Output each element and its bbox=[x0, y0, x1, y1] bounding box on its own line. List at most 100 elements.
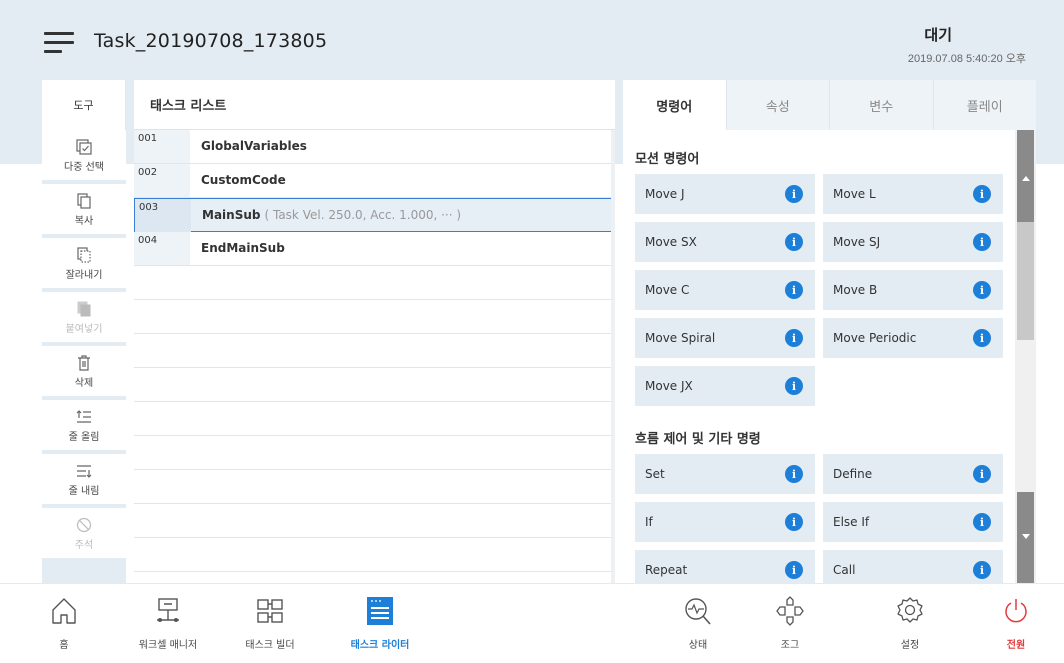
info-icon[interactable]: i bbox=[785, 233, 803, 251]
cmd-set[interactable]: Set i bbox=[635, 454, 815, 494]
line-down-button[interactable]: 줄 내림 bbox=[42, 454, 126, 506]
delete-button[interactable]: 삭제 bbox=[42, 346, 126, 398]
multi-select-label: 다중 선택 bbox=[64, 161, 104, 173]
nav-settings[interactable]: 설정 bbox=[892, 584, 928, 663]
nav-power[interactable]: 전원 bbox=[1000, 584, 1032, 663]
comment-off-icon bbox=[76, 517, 92, 532]
line-up-label: 줄 올림 bbox=[68, 431, 100, 443]
cmd-label: Move JX bbox=[645, 379, 693, 393]
task-writer-icon bbox=[367, 597, 393, 625]
multi-select-icon bbox=[76, 138, 92, 155]
cmd-label: Repeat bbox=[645, 563, 688, 577]
empty-row[interactable] bbox=[134, 368, 615, 402]
info-icon[interactable]: i bbox=[973, 561, 991, 579]
row-number: 002 bbox=[134, 164, 190, 197]
empty-row[interactable] bbox=[134, 266, 615, 300]
nav-label: 조그 bbox=[780, 640, 800, 651]
cmd-repeat[interactable]: Repeat i bbox=[635, 550, 815, 583]
cmd-define[interactable]: Define i bbox=[823, 454, 1003, 494]
info-icon[interactable]: i bbox=[785, 561, 803, 579]
scroll-up-arrow-icon bbox=[1022, 176, 1030, 181]
nav-label: 워크셀 매니저 bbox=[138, 640, 198, 651]
task-row-selected[interactable]: 003 MainSub( Task Vel. 250.0, Acc. 1.000… bbox=[134, 198, 615, 232]
task-row[interactable]: 001 GlobalVariables bbox=[134, 130, 615, 164]
cmd-move-c[interactable]: Move C i bbox=[635, 270, 815, 310]
info-icon[interactable]: i bbox=[785, 465, 803, 483]
row-name: CustomCode bbox=[201, 173, 286, 187]
nav-workcell-manager[interactable]: 워크셀 매니저 bbox=[126, 584, 210, 663]
cmd-move-sj[interactable]: Move SJ i bbox=[823, 222, 1003, 262]
cmd-label: Move Spiral bbox=[645, 331, 716, 345]
comment-label: 주석 bbox=[74, 539, 94, 551]
tab-properties[interactable]: 속성 bbox=[725, 80, 829, 130]
indent-down-icon bbox=[77, 464, 92, 478]
tab-variables[interactable]: 변수 bbox=[829, 80, 933, 130]
row-number: 003 bbox=[135, 199, 191, 232]
multi-select-button[interactable]: 다중 선택 bbox=[42, 130, 126, 182]
empty-row[interactable] bbox=[134, 538, 615, 572]
command-scrollbar[interactable] bbox=[1015, 130, 1036, 583]
power-icon bbox=[1005, 599, 1027, 623]
cmd-label: Move C bbox=[645, 283, 690, 297]
cmd-label: Move SX bbox=[645, 235, 697, 249]
nav-task-writer[interactable]: 태스크 라이터 bbox=[343, 584, 417, 663]
task-list-scroll-track[interactable] bbox=[611, 130, 615, 583]
cmd-move-sx[interactable]: Move SX i bbox=[635, 222, 815, 262]
cmd-move-spiral[interactable]: Move Spiral i bbox=[635, 318, 815, 358]
empty-row[interactable] bbox=[134, 402, 615, 436]
scroll-thumb[interactable] bbox=[1017, 222, 1034, 340]
info-icon[interactable]: i bbox=[973, 233, 991, 251]
cmd-move-l[interactable]: Move L i bbox=[823, 174, 1003, 214]
row-name-container: MainSub( Task Vel. 250.0, Acc. 1.000, ··… bbox=[202, 208, 461, 222]
info-icon[interactable]: i bbox=[785, 281, 803, 299]
task-row[interactable]: 004 EndMainSub bbox=[134, 232, 615, 266]
nav-label: 홈 bbox=[59, 640, 69, 651]
cmd-if[interactable]: If i bbox=[635, 502, 815, 542]
nav-task-builder[interactable]: 태스크 빌더 bbox=[238, 584, 302, 663]
row-number: 004 bbox=[134, 232, 190, 265]
info-icon[interactable]: i bbox=[785, 185, 803, 203]
cut-icon bbox=[77, 246, 91, 263]
hamburger-menu-icon[interactable] bbox=[44, 30, 74, 54]
paste-button[interactable]: 붙여넣기 bbox=[42, 292, 126, 344]
comment-button[interactable]: 주석 bbox=[42, 508, 126, 560]
info-icon[interactable]: i bbox=[973, 465, 991, 483]
row-name: MainSub bbox=[202, 208, 261, 222]
info-icon[interactable]: i bbox=[785, 329, 803, 347]
tab-play[interactable]: 플레이 bbox=[932, 80, 1036, 130]
cmd-call[interactable]: Call i bbox=[823, 550, 1003, 583]
flow-section-title: 흐름 제어 및 기타 명령 bbox=[635, 432, 761, 447]
nav-home[interactable]: 홈 bbox=[46, 584, 82, 663]
nav-label: 상태 bbox=[688, 640, 708, 651]
copy-button[interactable]: 복사 bbox=[42, 184, 126, 236]
tab-commands[interactable]: 명령어 bbox=[623, 80, 726, 130]
workcell-manager-icon bbox=[157, 598, 179, 622]
info-icon[interactable]: i bbox=[973, 185, 991, 203]
empty-row[interactable] bbox=[134, 436, 615, 470]
task-row[interactable]: 002 CustomCode bbox=[134, 164, 615, 198]
info-icon[interactable]: i bbox=[973, 329, 991, 347]
nav-status[interactable]: 상태 bbox=[678, 584, 718, 663]
empty-row[interactable] bbox=[134, 470, 615, 504]
line-up-button[interactable]: 줄 올림 bbox=[42, 400, 126, 452]
info-icon[interactable]: i bbox=[973, 513, 991, 531]
cmd-move-b[interactable]: Move B i bbox=[823, 270, 1003, 310]
nav-label: 태스크 빌더 bbox=[245, 640, 295, 651]
info-icon[interactable]: i bbox=[785, 377, 803, 395]
cmd-label: Move B bbox=[833, 283, 878, 297]
cut-button[interactable]: 잘라내기 bbox=[42, 238, 126, 290]
info-icon[interactable]: i bbox=[973, 281, 991, 299]
nav-jog[interactable]: 조그 bbox=[774, 584, 806, 663]
cmd-else-if[interactable]: Else If i bbox=[823, 502, 1003, 542]
cmd-move-jx[interactable]: Move JX i bbox=[635, 366, 815, 406]
cmd-move-periodic[interactable]: Move Periodic i bbox=[823, 318, 1003, 358]
copy-label: 복사 bbox=[74, 215, 94, 227]
cmd-move-j[interactable]: Move J i bbox=[635, 174, 815, 214]
command-panel: 명령어 속성 변수 플레이 모션 명령어 Move J i Move L i Mov… bbox=[623, 80, 1036, 583]
settings-icon bbox=[897, 597, 923, 623]
task-builder-icon bbox=[257, 599, 283, 623]
empty-row[interactable] bbox=[134, 504, 615, 538]
empty-row[interactable] bbox=[134, 334, 615, 368]
empty-row[interactable] bbox=[134, 300, 615, 334]
info-icon[interactable]: i bbox=[785, 513, 803, 531]
